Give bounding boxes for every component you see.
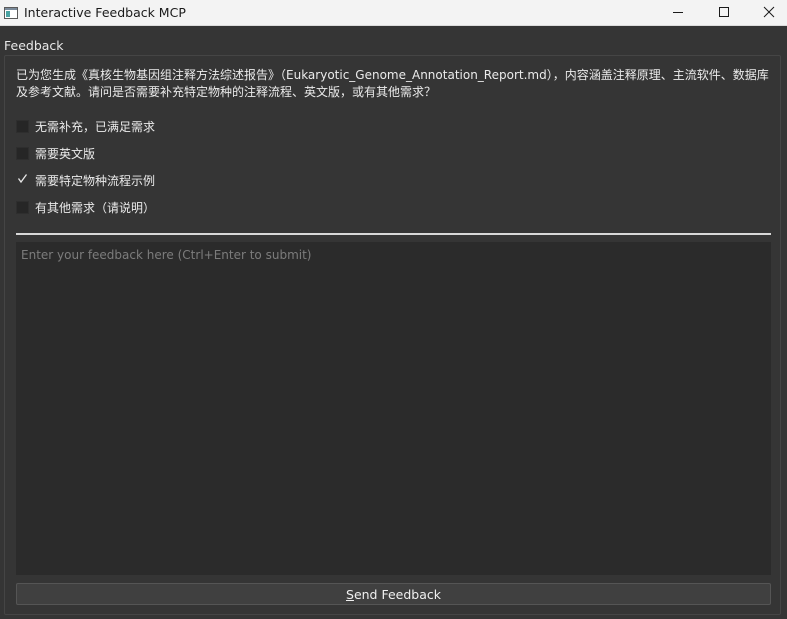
feedback-window: Interactive Feedback MCP Feedback 已为您生成《… (0, 0, 787, 619)
option-no-supplement[interactable]: 无需补充，已满足需求 (16, 118, 155, 134)
close-icon (763, 3, 775, 22)
option-other-needs[interactable]: 有其他需求（请说明） (16, 199, 155, 215)
option-species-example[interactable]: 需要特定物种流程示例 (16, 172, 155, 188)
option-checkbox[interactable] (16, 174, 29, 187)
send-mnemonic: S (346, 586, 354, 602)
close-button[interactable] (746, 0, 787, 25)
maximize-icon (718, 3, 730, 22)
option-label: 需要英文版 (35, 146, 96, 161)
option-label: 有其他需求（请说明） (35, 200, 156, 215)
minimize-icon (672, 3, 684, 22)
separator-line (16, 233, 771, 235)
send-button-label: end Feedback (353, 586, 441, 602)
app-window-icon (4, 5, 18, 19)
send-feedback-button[interactable]: Send Feedback (16, 583, 771, 605)
minimize-button[interactable] (655, 0, 701, 25)
feedback-textarea[interactable] (16, 242, 771, 575)
option-english-version[interactable]: 需要英文版 (16, 145, 95, 161)
option-checkbox[interactable] (16, 119, 29, 133)
option-label: 无需补充，已满足需求 (35, 119, 156, 134)
option-label: 需要特定物种流程示例 (35, 173, 156, 188)
window-title: Interactive Feedback MCP (24, 5, 186, 20)
maximize-button[interactable] (701, 0, 747, 25)
prompt-message: 已为您生成《真核生物基因组注释方法综述报告》（Eukaryotic_Genome… (16, 68, 769, 99)
checkmark-icon (17, 173, 28, 187)
option-checkbox[interactable] (16, 146, 29, 160)
group-title: Feedback (4, 38, 64, 53)
option-checkbox[interactable] (16, 200, 29, 214)
title-bar[interactable]: Interactive Feedback MCP (0, 0, 787, 26)
